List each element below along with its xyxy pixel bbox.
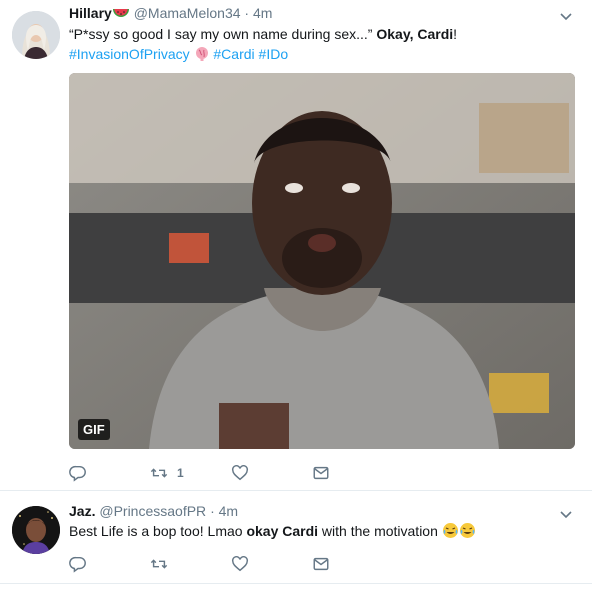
user-handle[interactable]: @PrincessaofPR: [99, 503, 206, 519]
timestamp[interactable]: 4m: [253, 5, 272, 21]
retweet-icon: [150, 559, 168, 569]
tweet-header: Hillary @MamaMelon34 · 4m: [69, 5, 272, 24]
separator-dot: ·: [244, 5, 250, 21]
like-button[interactable]: [231, 554, 249, 574]
avatar[interactable]: [12, 506, 60, 554]
hashtag-link[interactable]: #InvasionOfPrivacy: [69, 46, 190, 62]
tweet-header: Jaz. @PrincessaofPR · 4m: [69, 503, 238, 519]
tweet-hashtags: #InvasionOfPrivacy #Cardi #IDo: [69, 44, 578, 67]
user-handle[interactable]: @MamaMelon34: [134, 5, 241, 21]
tweet-text-suffix: with the motivation: [318, 523, 442, 539]
avatar[interactable]: [12, 11, 60, 59]
reply-button[interactable]: [69, 463, 87, 483]
direct-message-icon: [313, 557, 329, 571]
tweet-text-bold: okay Cardi: [246, 523, 319, 539]
direct-message-button[interactable]: [312, 463, 330, 483]
tweet-text: Best Life is a bop too! Lmao okay Cardi …: [69, 521, 578, 544]
tweet-text: “P*ssy so good I say my own name during …: [69, 24, 578, 44]
tweet-text-prefix: Best Life is a bop too! Lmao: [69, 523, 247, 539]
tweet-text-suffix: !: [453, 26, 458, 42]
timestamp[interactable]: 4m: [219, 503, 238, 519]
retweet-count: 1: [177, 466, 184, 480]
like-icon: [232, 556, 248, 572]
like-icon: [232, 465, 248, 481]
chevron-down-icon[interactable]: [558, 8, 574, 24]
next-tweet-stub: [0, 584, 592, 592]
direct-message-button[interactable]: [312, 554, 330, 574]
retweet-button[interactable]: 1: [150, 463, 184, 483]
gif-media[interactable]: GIF: [69, 73, 575, 449]
direct-message-icon: [313, 466, 329, 480]
reply-icon: [69, 465, 86, 482]
watermelon-emoji: [112, 7, 130, 24]
reply-icon: [69, 556, 86, 573]
retweet-icon: [150, 468, 168, 478]
chevron-down-icon[interactable]: [558, 506, 574, 522]
separator-dot: ·: [210, 503, 215, 519]
tweet-text-bold: Okay, Cardi: [376, 26, 454, 42]
retweet-button[interactable]: [150, 554, 168, 574]
display-name[interactable]: Jaz.: [69, 503, 95, 519]
tears-of-joy-emoji: [459, 522, 476, 544]
tears-of-joy-emoji: [442, 522, 459, 544]
brain-emoji: [194, 46, 210, 67]
hashtag-link[interactable]: #IDo: [259, 46, 289, 62]
hashtag-link[interactable]: #Cardi: [213, 46, 254, 62]
like-button[interactable]: [231, 463, 249, 483]
reply-button[interactable]: [69, 554, 87, 574]
display-name[interactable]: Hillary: [69, 5, 112, 21]
tweet-text-prefix: “P*ssy so good I say my own name during …: [69, 26, 377, 42]
tweet[interactable]: Hillary @MamaMelon34 · 4m “P*ssy so good…: [0, 0, 592, 491]
gif-badge: GIF: [78, 419, 110, 440]
